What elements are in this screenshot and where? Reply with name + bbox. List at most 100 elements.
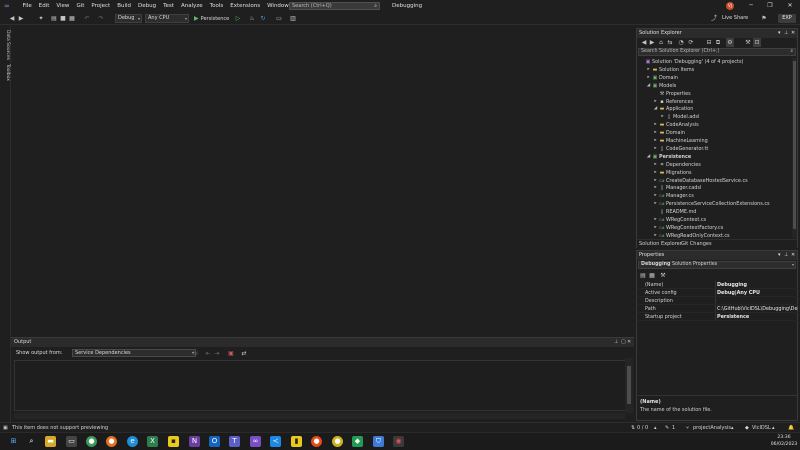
property-value[interactable]: C:\GitHub\VicIDSL\Debugging\Debugging.sl… — [717, 305, 798, 312]
tree-item[interactable]: ⚒ Properties — [637, 90, 792, 98]
visual-studio-icon[interactable]: ∞ — [250, 436, 261, 447]
property-value[interactable]: Debug|Any CPU — [717, 289, 798, 296]
navigate-forward-icon[interactable]: ▶ — [17, 14, 25, 23]
tree-item[interactable]: ▸ C# WRegContext.cs — [637, 216, 792, 224]
tree-expander-icon[interactable]: ▸ — [653, 145, 658, 153]
open-file-icon[interactable]: ▤ — [50, 14, 58, 23]
property-row[interactable]: Description — [638, 297, 798, 305]
security-shield-icon[interactable]: ⛉ — [373, 436, 384, 447]
menu-debug[interactable]: Debug — [135, 0, 160, 12]
window-position-icon[interactable]: ▾ — [778, 251, 781, 260]
tree-item[interactable]: ▸ C# WRegContextFactory.cs — [637, 224, 792, 232]
preview-selected-icon[interactable]: ⊡ — [753, 38, 761, 47]
property-value[interactable]: Debugging — [717, 281, 798, 288]
hot-reload-icon[interactable]: ♨ — [248, 14, 256, 23]
tree-item[interactable]: ▸ C# Manager.cs — [637, 192, 792, 200]
tree-expander-icon[interactable]: ▸ — [653, 184, 658, 192]
property-pages-icon[interactable]: ⚒ — [659, 271, 667, 280]
output-text-area[interactable] — [14, 360, 628, 411]
tree-expander-icon[interactable]: ▸ — [653, 200, 658, 208]
tree-item[interactable]: ▸ ▯ CodeGenerator.tt — [637, 145, 792, 153]
scrollbar-thumb[interactable] — [627, 366, 631, 404]
live-share-icon[interactable]: ⤴ — [710, 14, 718, 23]
tree-item[interactable]: ▸ ▣ Domain — [637, 74, 792, 82]
edge-icon[interactable]: e — [127, 436, 138, 447]
previous-message-icon[interactable]: ⇤ — [204, 349, 212, 358]
teams-icon[interactable]: T — [229, 436, 240, 447]
tree-expander-icon[interactable]: ▸ — [653, 232, 658, 239]
tree-expander-icon[interactable]: ▸ — [653, 216, 658, 224]
onenote-icon[interactable]: N — [189, 436, 200, 447]
tree-item[interactable]: ◢ ▣ Persistence — [637, 153, 792, 161]
property-row[interactable]: Active config Debug|Any CPU — [638, 289, 798, 297]
file-explorer-icon[interactable]: ▬ — [45, 436, 56, 447]
tree-expander-icon[interactable]: ▸ — [646, 74, 651, 82]
tree-item[interactable]: ▸ ▯ Manager.cadsl — [637, 184, 792, 192]
tree-expander-icon[interactable]: ▸ — [653, 121, 658, 129]
screen-recorder-icon[interactable]: ◉ — [393, 436, 404, 447]
tree-item[interactable]: ▸ C# CreateDatabaseHostedService.cs — [637, 177, 792, 185]
configuration-select[interactable]: Debug ▾ — [115, 14, 142, 23]
tree-expander-icon[interactable]: ▸ — [653, 177, 658, 185]
toolbox-tab[interactable]: Toolbox — [1, 64, 10, 81]
save-all-icon[interactable]: ▦ — [68, 14, 76, 23]
bookmark-icon[interactable]: ▥ — [289, 14, 297, 23]
property-row[interactable]: (Name) Debugging — [638, 281, 798, 289]
menu-file[interactable]: File — [19, 0, 35, 12]
taskbar-clock[interactable]: 23:36 06/02/2023 — [770, 435, 798, 448]
chrome-icon[interactable]: ● — [86, 436, 97, 447]
tree-item[interactable]: ▸ ▪ References — [637, 98, 792, 106]
next-message-icon[interactable]: ⇥ — [213, 349, 221, 358]
back-icon[interactable]: ◀ — [640, 38, 648, 47]
minimize-icon[interactable]: ─ — [744, 0, 758, 12]
feedback-icon[interactable]: ⚑ — [760, 14, 768, 23]
switch-views-icon[interactable]: ⇆ — [666, 38, 674, 47]
tree-expander-icon[interactable]: ▸ — [653, 129, 658, 137]
tree-expander-icon[interactable]: ▸ — [653, 98, 658, 106]
power-bi-icon[interactable]: ▮ — [291, 436, 302, 447]
home-icon[interactable]: ⌂ — [657, 38, 665, 47]
close-icon[interactable]: ✕ — [791, 251, 795, 260]
refresh-icon[interactable]: ↻ — [259, 14, 267, 23]
tree-item[interactable]: ▸ ▬ CodeAnalysis — [637, 121, 792, 129]
output-source-select[interactable]: Service Dependencies ▾ — [72, 349, 196, 357]
pin-icon[interactable]: ⊥ — [784, 29, 788, 38]
redo-icon[interactable]: ↷ — [97, 14, 105, 23]
sticky-notes-icon[interactable]: ▪ — [168, 436, 179, 447]
clear-all-icon[interactable]: ▣ — [227, 349, 235, 358]
properties-wrench-icon[interactable]: ⚒ — [744, 38, 752, 47]
output-vertical-scrollbar[interactable] — [625, 358, 633, 413]
pin-icon[interactable]: ⊥ — [784, 251, 788, 260]
find-message-icon[interactable]: ⇲ — [191, 349, 199, 358]
collapse-all-icon[interactable]: ⊟ — [705, 38, 713, 47]
menu-analyze[interactable]: Analyze — [177, 0, 206, 12]
navigate-back-icon[interactable]: ◀ — [8, 14, 16, 23]
firefox-icon[interactable]: ● — [106, 436, 117, 447]
output-horizontal-scrollbar[interactable] — [14, 413, 625, 419]
tree-item[interactable]: ▸ ▬ MachineLearning — [637, 137, 792, 145]
start-without-debugging-icon[interactable]: ▷ — [234, 14, 242, 23]
menu-extensions[interactable]: Extensions — [227, 0, 264, 12]
avatar[interactable]: VJ — [726, 2, 734, 10]
menu-test[interactable]: Test — [160, 0, 178, 12]
app-icon[interactable]: ● — [332, 436, 343, 447]
tree-expander-icon[interactable]: ◢ — [646, 82, 651, 90]
maximize-icon[interactable]: ▢ — [621, 338, 626, 347]
tree-expander-icon[interactable]: ▸ — [646, 66, 651, 74]
excel-icon[interactable]: X — [147, 436, 158, 447]
tab-solution-explorer[interactable]: Solution Explorer — [639, 240, 682, 249]
live-share-button[interactable]: Live Share — [722, 14, 748, 23]
word-wrap-icon[interactable]: ⇄ — [240, 349, 248, 358]
tree-item[interactable]: ◢ ▬ Application — [637, 105, 792, 113]
tree-expander-icon[interactable]: ◢ — [646, 153, 651, 161]
postman-icon[interactable]: ● — [311, 436, 322, 447]
platform-select[interactable]: Any CPU ▾ — [145, 14, 189, 23]
tree-expander-icon[interactable]: ▸ — [653, 161, 658, 169]
tree-item[interactable]: ▣ Solution 'Debugging' (4 of 4 projects) — [637, 58, 792, 66]
tree-expander-icon[interactable]: ◢ — [653, 105, 658, 113]
solution-explorer-search-input[interactable]: Search Solution Explorer (Ctrl+;) ⌕ — [638, 48, 796, 56]
menu-build[interactable]: Build — [114, 0, 135, 12]
tree-item[interactable]: ▸ ▬ Solution Items — [637, 66, 792, 74]
git-kraken-icon[interactable]: ◆ — [352, 436, 363, 447]
show-all-files-icon[interactable]: ⧉ — [714, 38, 722, 47]
